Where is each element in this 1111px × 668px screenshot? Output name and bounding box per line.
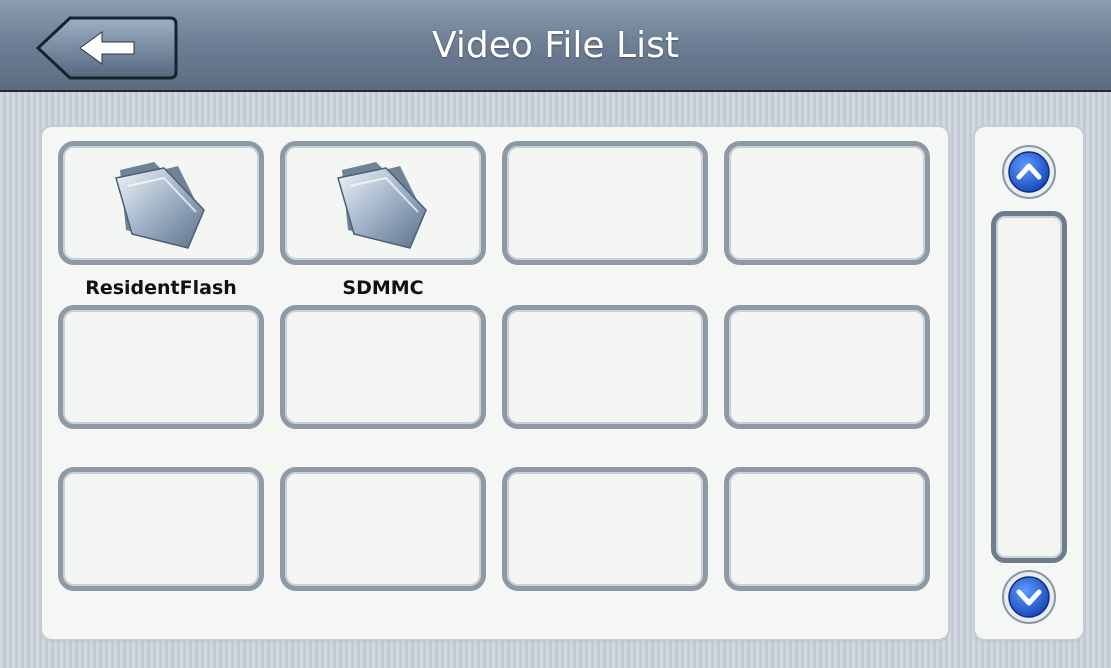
file-tile-sdmmc[interactable] bbox=[280, 141, 486, 265]
chevron-down-icon bbox=[1002, 570, 1056, 624]
folder-icon bbox=[337, 162, 427, 249]
file-tile-empty[interactable] bbox=[280, 305, 486, 429]
file-label: ResidentFlash bbox=[85, 277, 237, 299]
scroll-down-button[interactable] bbox=[1001, 569, 1057, 625]
file-tile-empty[interactable] bbox=[502, 141, 708, 265]
title-bar: Video File List bbox=[0, 0, 1111, 92]
chevron-up-icon bbox=[1002, 145, 1056, 199]
page-title: Video File List bbox=[432, 25, 679, 66]
file-tile-empty[interactable] bbox=[58, 467, 264, 591]
file-tile-empty[interactable] bbox=[502, 467, 708, 591]
scroll-panel bbox=[975, 127, 1083, 639]
scroll-up-button[interactable] bbox=[1001, 144, 1057, 200]
file-tile-resident-flash[interactable] bbox=[58, 141, 264, 265]
folder-icon bbox=[115, 162, 205, 249]
file-grid-panel: ResidentFlash SDMMC bbox=[42, 127, 948, 639]
file-tile-empty[interactable] bbox=[58, 305, 264, 429]
file-tile-empty[interactable] bbox=[724, 467, 930, 591]
scroll-track[interactable] bbox=[991, 211, 1067, 563]
file-tile-empty[interactable] bbox=[724, 141, 930, 265]
file-tile-empty[interactable] bbox=[502, 305, 708, 429]
file-tile-empty[interactable] bbox=[280, 467, 486, 591]
file-tile-empty[interactable] bbox=[724, 305, 930, 429]
file-label: SDMMC bbox=[342, 277, 424, 299]
